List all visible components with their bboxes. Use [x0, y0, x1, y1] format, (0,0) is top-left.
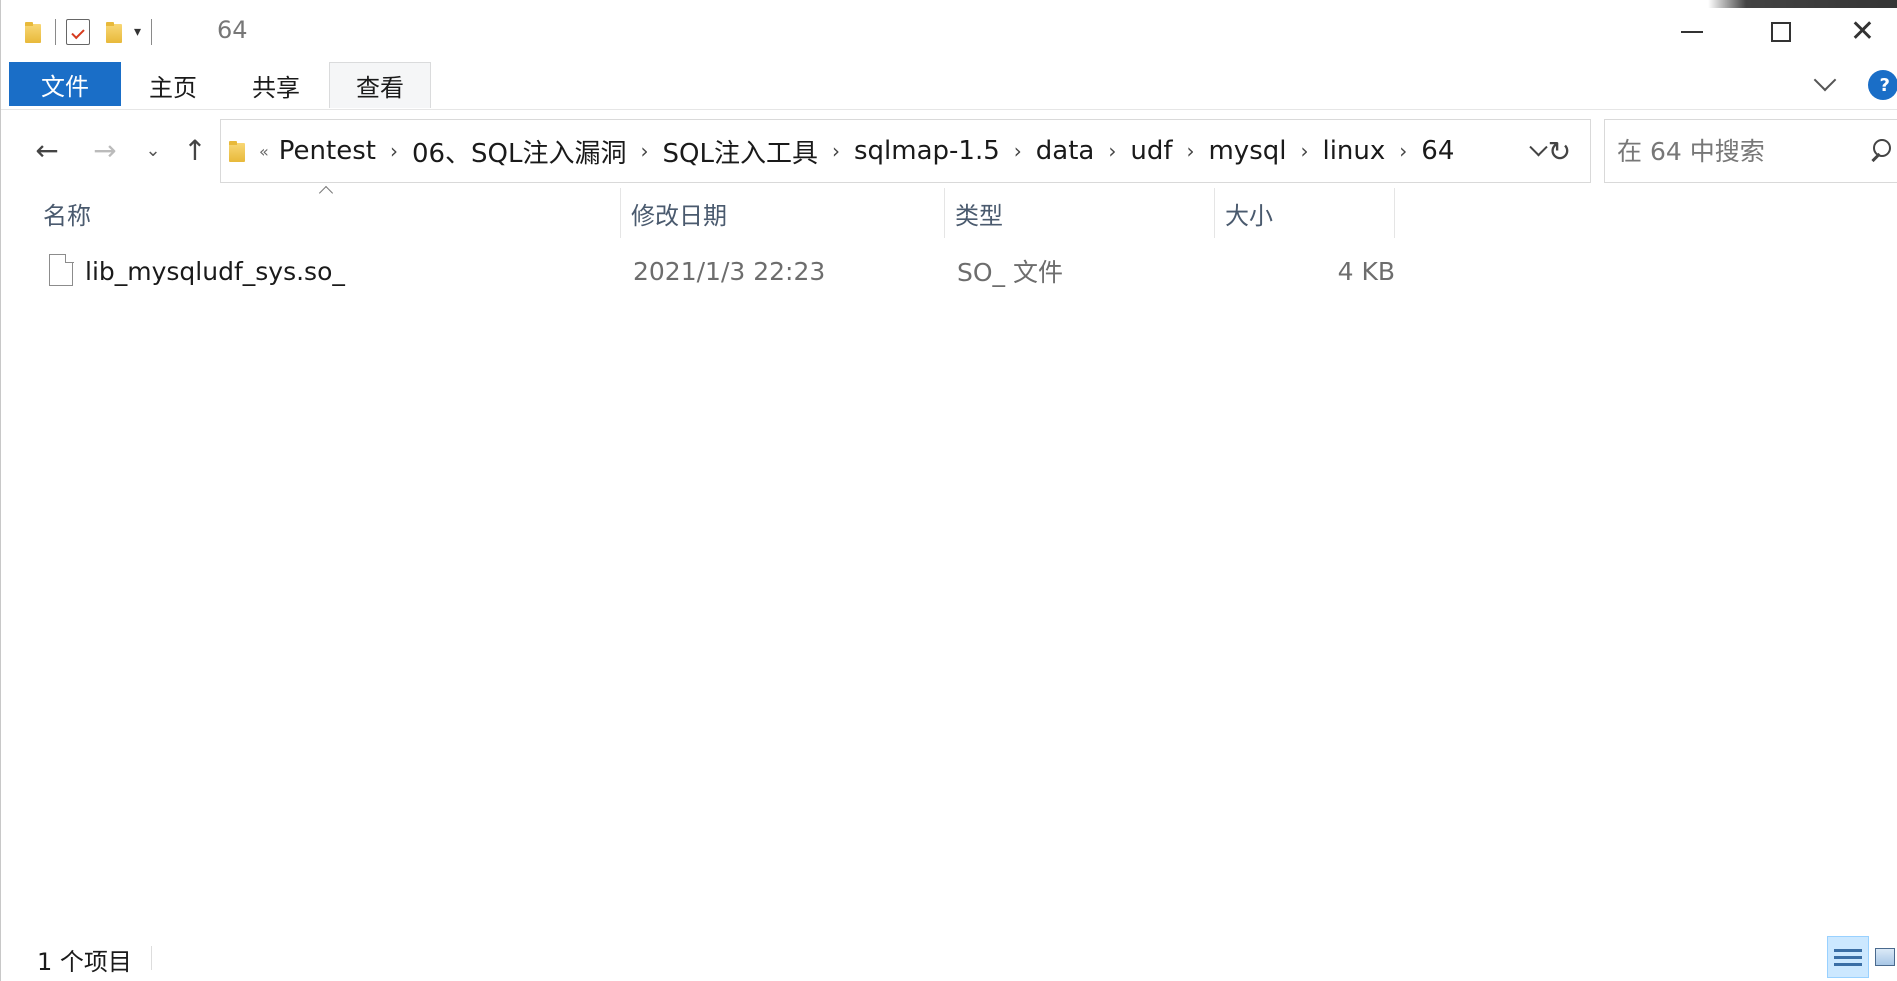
breadcrumb-chevron-icon[interactable]: ›	[390, 139, 398, 163]
file-date: 2021/1/3 22:23	[633, 256, 826, 286]
breadcrumb-chevron-icon[interactable]: ›	[1014, 139, 1022, 163]
maximize-icon	[1771, 22, 1791, 42]
breadcrumb-overflow[interactable]: «	[259, 142, 269, 161]
search-icon[interactable]	[1869, 137, 1893, 165]
folder-icon	[23, 20, 45, 44]
address-bar[interactable]: « Pentest › 06、SQL注入漏洞 › SQL注入工具 › sqlma…	[220, 119, 1591, 183]
breadcrumb-chevron-icon[interactable]: ›	[832, 139, 840, 163]
file-row[interactable]: lib_mysqludf_sys.so_ 2021/1/3 22:23 SO_ …	[41, 250, 1395, 292]
status-bar: 1 个项目	[1, 936, 1897, 981]
details-view-button[interactable]	[1827, 936, 1869, 978]
help-icon[interactable]: ?	[1868, 70, 1897, 100]
folder-icon	[227, 139, 249, 163]
close-icon: ✕	[1849, 14, 1876, 49]
breadcrumb-item[interactable]: linux	[1322, 136, 1385, 166]
breadcrumb-chevron-icon[interactable]: ›	[641, 139, 649, 163]
title-bar: ▾ 64 ✕	[1, 0, 1897, 64]
breadcrumb-item-current[interactable]: 64	[1421, 136, 1454, 166]
file-size: 4 KB	[1337, 256, 1395, 286]
item-count: 1 个项目	[37, 948, 132, 976]
column-header-label: 类型	[955, 201, 1003, 230]
explorer-window: ▾ 64 ✕ 文件 主页 共享 查看 ? ← → ⌄ ↑ « Pentest ›…	[0, 0, 1897, 981]
column-header-date[interactable]: 修改日期	[621, 188, 945, 238]
refresh-button[interactable]: ↻	[1529, 119, 1591, 183]
file-name[interactable]: lib_mysqludf_sys.so_	[85, 257, 345, 286]
minimize-icon	[1681, 31, 1703, 33]
window-title: 64	[217, 16, 248, 44]
refresh-icon: ↻	[1547, 134, 1572, 168]
chevron-down-icon: ⌄	[145, 139, 161, 161]
search-input[interactable]	[1605, 136, 1855, 166]
status-divider	[151, 946, 152, 970]
close-button[interactable]: ✕	[1827, 0, 1897, 64]
customize-toolbar-dropdown-icon[interactable]: ▾	[134, 24, 141, 40]
column-header-label: 大小	[1225, 201, 1273, 230]
forward-button[interactable]: →	[85, 130, 125, 170]
navigation-bar: ← → ⌄ ↑ « Pentest › 06、SQL注入漏洞 › SQL注入工具…	[1, 112, 1897, 188]
toolbar-divider	[55, 19, 56, 45]
maximize-button[interactable]	[1738, 0, 1824, 64]
breadcrumb-item[interactable]: udf	[1130, 136, 1172, 166]
back-button[interactable]: ←	[27, 130, 67, 170]
breadcrumb-item[interactable]: data	[1036, 136, 1095, 166]
large-icons-view-icon	[1875, 948, 1895, 966]
expand-ribbon-chevron-icon[interactable]	[1812, 70, 1836, 94]
arrow-up-icon: ↑	[183, 133, 207, 167]
breadcrumb-chevron-icon[interactable]: ›	[1399, 139, 1407, 163]
properties-icon[interactable]	[66, 19, 90, 45]
large-icons-view-button[interactable]	[1875, 940, 1897, 974]
breadcrumb-item[interactable]: 06、SQL注入漏洞	[412, 133, 627, 170]
breadcrumb-chevron-icon[interactable]: ›	[1300, 139, 1308, 163]
breadcrumb-item[interactable]: sqlmap-1.5	[854, 136, 1000, 166]
column-header-size[interactable]: 大小	[1215, 188, 1395, 238]
tab-view[interactable]: 查看	[329, 62, 431, 108]
details-view-icon-line	[1834, 955, 1862, 959]
breadcrumb-chevron-icon[interactable]: ›	[1108, 139, 1116, 163]
details-view-icon-line	[1834, 962, 1862, 966]
quick-access-toolbar: ▾	[23, 14, 162, 50]
new-folder-icon[interactable]	[104, 20, 126, 44]
details-view-icon	[1834, 948, 1862, 952]
tab-file[interactable]: 文件	[9, 62, 121, 106]
breadcrumb-item[interactable]: SQL注入工具	[663, 133, 818, 170]
breadcrumb-chevron-icon[interactable]: ›	[1186, 139, 1194, 163]
file-type: SO_ 文件	[957, 258, 1063, 287]
tab-share[interactable]: 共享	[233, 62, 319, 108]
column-header-label: 修改日期	[631, 201, 727, 230]
column-header-label: 名称	[43, 201, 91, 230]
column-header-type[interactable]: 类型	[945, 188, 1215, 238]
tab-home[interactable]: 主页	[131, 62, 215, 108]
sort-ascending-icon	[319, 182, 333, 196]
file-icon	[49, 253, 74, 286]
search-box[interactable]	[1604, 119, 1897, 183]
ribbon: 文件 主页 共享 查看 ?	[1, 58, 1897, 110]
toolbar-divider	[151, 19, 153, 45]
arrow-right-icon: →	[93, 133, 117, 167]
breadcrumb-item[interactable]: Pentest	[279, 136, 376, 166]
up-button[interactable]: ↑	[175, 130, 215, 170]
recent-locations-button[interactable]: ⌄	[133, 130, 173, 170]
arrow-left-icon: ←	[35, 133, 59, 167]
minimize-button[interactable]	[1649, 0, 1735, 64]
breadcrumb-item[interactable]: mysql	[1208, 136, 1286, 166]
background-window-edge	[1708, 0, 1897, 8]
